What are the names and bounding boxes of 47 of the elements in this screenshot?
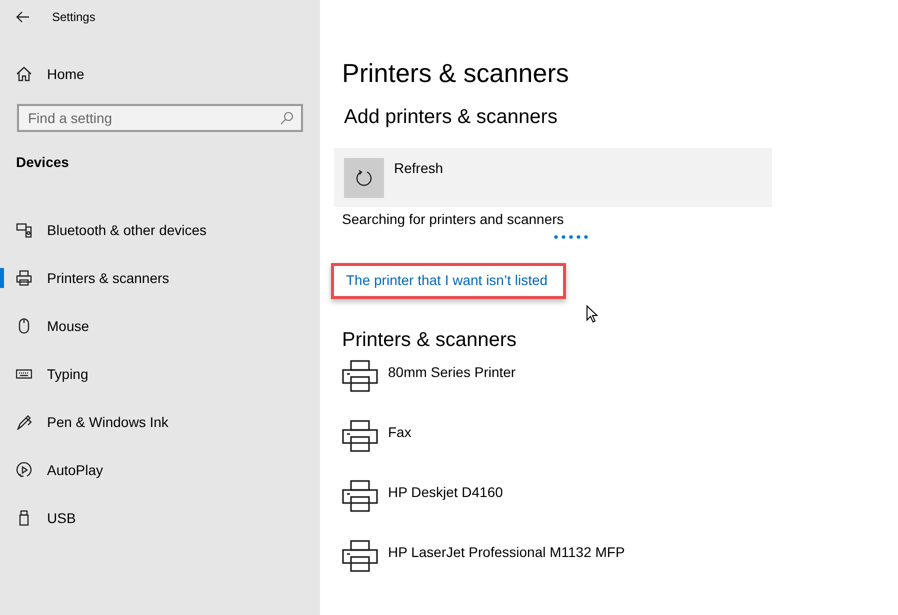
nav-item[interactable]: Pen & Windows Ink	[0, 398, 320, 446]
section-heading: Printers & scanners	[342, 329, 518, 352]
printer-icon	[16, 270, 32, 286]
printer-name: HP Deskjet D4160	[388, 484, 503, 502]
nav-item[interactable]: USB	[0, 494, 320, 542]
printer-name: Fax	[388, 424, 412, 442]
page-title: Printers & scanners	[342, 58, 570, 89]
nav-label: Typing	[47, 366, 88, 382]
home-icon	[16, 66, 32, 82]
nav-item[interactable]: Bluetooth & other devices	[0, 206, 320, 254]
printer-not-listed-link[interactable]: The printer that I want isn’t listed	[346, 272, 548, 288]
nav-item[interactable]: Typing	[0, 350, 320, 398]
section-heading: Add printers & scanners	[344, 106, 558, 129]
play-circle-icon	[16, 462, 32, 478]
mouse-icon	[16, 318, 32, 334]
home-label: Home	[47, 66, 84, 82]
nav-item[interactable]: AutoPlay	[0, 446, 320, 494]
printer-item[interactable]: 80mm Series Printer	[342, 360, 898, 420]
printer-name: 80mm Series Printer	[388, 364, 516, 382]
printer-item[interactable]: HP Deskjet D4160	[342, 480, 898, 540]
nav-item[interactable]: Printers & scanners	[0, 254, 320, 302]
search-icon	[280, 111, 294, 125]
printer-icon	[342, 420, 378, 452]
printer-icon	[342, 540, 378, 572]
section-heading: Devices	[16, 154, 70, 170]
window-title: Settings	[52, 10, 96, 24]
search-field[interactable]: Find a setting	[17, 104, 303, 132]
printer-item[interactable]: HP LaserJet Professional M1132 MFP	[342, 540, 898, 600]
home-nav-item[interactable]: Home	[16, 56, 320, 92]
refresh-icon	[355, 169, 373, 187]
nav-label: Mouse	[47, 318, 90, 334]
nav-item[interactable]: Mouse	[0, 302, 320, 350]
keyboard-speaker-icon	[16, 222, 32, 238]
nav-label: Bluetooth & other devices	[47, 222, 207, 238]
nav-label: USB	[47, 510, 76, 526]
printer-item[interactable]: Fax	[342, 420, 898, 480]
printer-icon	[342, 360, 378, 392]
pen-icon	[16, 414, 32, 430]
nav-label: Pen & Windows Ink	[47, 414, 168, 430]
status-text: Searching for printers and scanners	[342, 211, 565, 227]
printer-icon	[342, 480, 378, 512]
back-arrow-icon[interactable]	[16, 11, 30, 23]
refresh-button[interactable]: Refresh	[334, 148, 772, 207]
nav-label: Printers & scanners	[47, 270, 170, 286]
printer-name: HP LaserJet Professional M1132 MFP	[388, 544, 625, 562]
nav-label: AutoPlay	[47, 462, 104, 478]
mouse-pointer-icon	[586, 305, 598, 323]
